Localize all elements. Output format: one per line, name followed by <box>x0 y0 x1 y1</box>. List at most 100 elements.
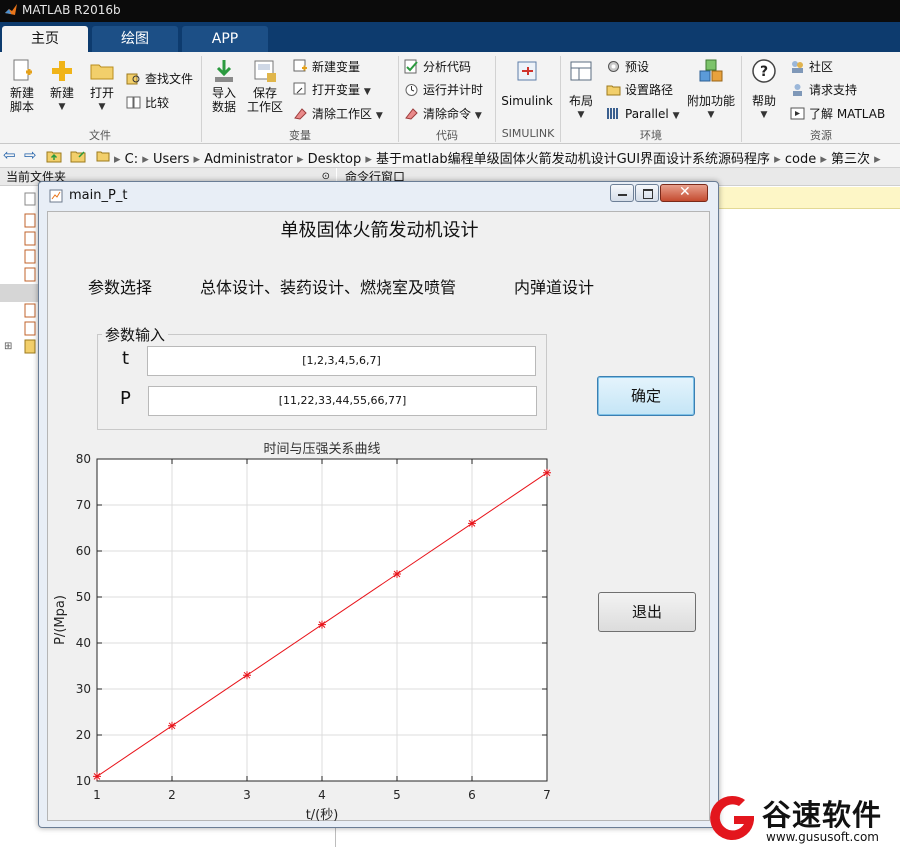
ok-button[interactable]: 确定 <box>597 376 695 416</box>
breadcrumb-item[interactable]: Administrator <box>204 152 293 167</box>
y-tick-label: 70 <box>76 498 91 512</box>
folder-icon <box>96 151 110 162</box>
y-tick-label: 10 <box>76 774 91 788</box>
file-icon <box>24 192 36 206</box>
group-label-code: 代码 <box>436 129 458 142</box>
new-variable-button[interactable]: 新建变量 <box>293 58 360 76</box>
matlab-logo-icon <box>5 4 17 15</box>
set-path-button[interactable]: 设置路径 <box>606 81 673 99</box>
back-arrow-icon[interactable]: ⇦ <box>3 146 16 164</box>
breadcrumb-item[interactable]: 基于matlab编程单级固体火箭发动机设计GUI界面设计系统源码程序 <box>376 152 770 167</box>
breadcrumb-item[interactable]: code <box>785 152 816 167</box>
plus-icon <box>52 61 72 81</box>
tab-apps[interactable]: APP <box>182 26 268 52</box>
exit-button[interactable]: 退出 <box>598 592 696 632</box>
app-title: MATLAB R2016b <box>22 3 121 17</box>
find-files-button[interactable]: 查找文件 <box>126 70 193 88</box>
save-workspace-icon <box>254 60 276 82</box>
up-folder-icon[interactable] <box>46 148 62 164</box>
breadcrumb: ▸ C: ▸ Users ▸ Administrator ▸ Desktop ▸… <box>114 152 881 167</box>
new-script-button[interactable]: 新建 脚本 <box>4 58 40 114</box>
data-point-marker <box>168 721 176 730</box>
learn-matlab-icon <box>790 107 805 120</box>
simulink-button[interactable]: Simulink <box>500 58 554 108</box>
close-icon: ✕ <box>679 184 691 200</box>
nav-param-select[interactable]: 参数选择 <box>88 274 152 298</box>
breadcrumb-item[interactable]: Users <box>153 152 189 167</box>
compare-icon <box>126 96 141 109</box>
analyze-code-button[interactable]: 分析代码 <box>404 58 471 76</box>
preferences-button[interactable]: 预设 <box>606 58 649 76</box>
y-tick-label: 50 <box>76 590 91 604</box>
data-point-marker <box>543 468 551 477</box>
layout-button[interactable]: 布局 ▼ <box>563 58 599 122</box>
group-label-variable: 变量 <box>289 129 311 142</box>
request-support-button[interactable]: 请求支持 <box>790 81 857 99</box>
help-button[interactable]: ? 帮助 ▼ <box>746 58 782 122</box>
y-tick-label: 30 <box>76 682 91 696</box>
learn-matlab-button[interactable]: 了解 MATLAB <box>790 105 885 123</box>
y-tick-label: 80 <box>76 452 91 466</box>
new-button[interactable]: 新建 ▼ <box>44 58 80 114</box>
minimize-icon <box>618 194 627 196</box>
close-window-button[interactable]: ✕ <box>660 184 708 202</box>
analyze-code-icon <box>404 59 418 74</box>
gear-icon <box>608 61 619 72</box>
x-axis-label: t/(秒) <box>306 808 339 822</box>
gususoft-logo-icon <box>710 795 754 840</box>
selected-file-row[interactable] <box>0 284 38 302</box>
x-tick-label: 2 <box>168 788 176 802</box>
save-workspace-button[interactable]: 保存 工作区 <box>246 58 284 114</box>
breadcrumb-item[interactable]: Desktop <box>308 152 362 167</box>
minimize-button[interactable] <box>610 184 634 202</box>
parallel-icon <box>607 108 618 119</box>
y-axis-label: P/(Mpa) <box>53 595 68 645</box>
set-path-icon <box>606 85 621 96</box>
add-ons-button[interactable]: 附加功能 ▼ <box>686 58 736 122</box>
y-tick-label: 60 <box>76 544 91 558</box>
tab-home[interactable]: 主页 <box>2 26 88 52</box>
folder-icon <box>90 64 114 80</box>
data-point-marker <box>243 671 251 680</box>
new-variable-icon <box>293 59 307 72</box>
t-label: t <box>122 348 130 369</box>
community-button[interactable]: 社区 <box>790 58 833 76</box>
x-tick-label: 6 <box>468 788 476 802</box>
breadcrumb-item[interactable]: C: <box>125 152 138 167</box>
x-tick-label: 5 <box>393 788 401 802</box>
nav-internal-ballistics[interactable]: 内弹道设计 <box>514 274 594 298</box>
t-input[interactable]: [1,2,3,4,5,6,7] <box>147 346 536 376</box>
nav-overall-design[interactable]: 总体设计、装药设计、燃烧室及喷管 <box>200 274 456 298</box>
y-tick-label: 20 <box>76 728 91 742</box>
clear-commands-icon <box>405 108 418 120</box>
breadcrumb-item[interactable]: 第三次 <box>831 152 870 167</box>
clear-commands-button[interactable]: 清除命令 ▼ <box>404 105 482 123</box>
figure-heading: 单极固体火箭发动机设计 <box>280 220 479 241</box>
p-input[interactable]: [11,22,33,44,55,66,77] <box>148 386 537 416</box>
group-label-file: 文件 <box>89 129 111 142</box>
layout-icon <box>570 61 592 81</box>
chart-title: 时间与压强关系曲线 <box>263 442 380 457</box>
watermark-name: 谷速软件 <box>762 798 883 832</box>
parallel-button[interactable]: Parallel ▼ <box>606 105 679 123</box>
watermark-url: www.gususoft.com <box>766 830 879 844</box>
maximize-button[interactable] <box>635 184 659 202</box>
forward-arrow-icon[interactable]: ⇨ <box>24 146 37 164</box>
y-tick-label: 40 <box>76 636 91 650</box>
import-data-button[interactable]: 导入 数据 <box>206 58 242 114</box>
open-button[interactable]: 打开 ▼ <box>84 58 120 114</box>
run-and-time-button[interactable]: 运行并计时 <box>404 81 483 99</box>
tab-plots[interactable]: 绘图 <box>92 26 178 52</box>
figure-window-icon <box>49 189 63 203</box>
group-label-simulink: SIMULINK <box>501 127 555 140</box>
browse-folder-icon[interactable] <box>70 148 86 164</box>
x-tick-label: 3 <box>243 788 251 802</box>
x-tick-label: 7 <box>543 788 551 802</box>
expand-icon[interactable]: ⊞ <box>4 341 12 352</box>
clear-workspace-button[interactable]: 清除工作区 ▼ <box>293 105 383 123</box>
compare-button[interactable]: 比较 <box>126 94 169 112</box>
figure-content: 单极固体火箭发动机设计 参数选择 总体设计、装药设计、燃烧室及喷管 内弹道设计 … <box>47 211 710 822</box>
open-variable-button[interactable]: 打开变量 ▼ <box>293 81 371 99</box>
p-label: P <box>120 388 131 409</box>
open-variable-icon <box>293 82 306 95</box>
